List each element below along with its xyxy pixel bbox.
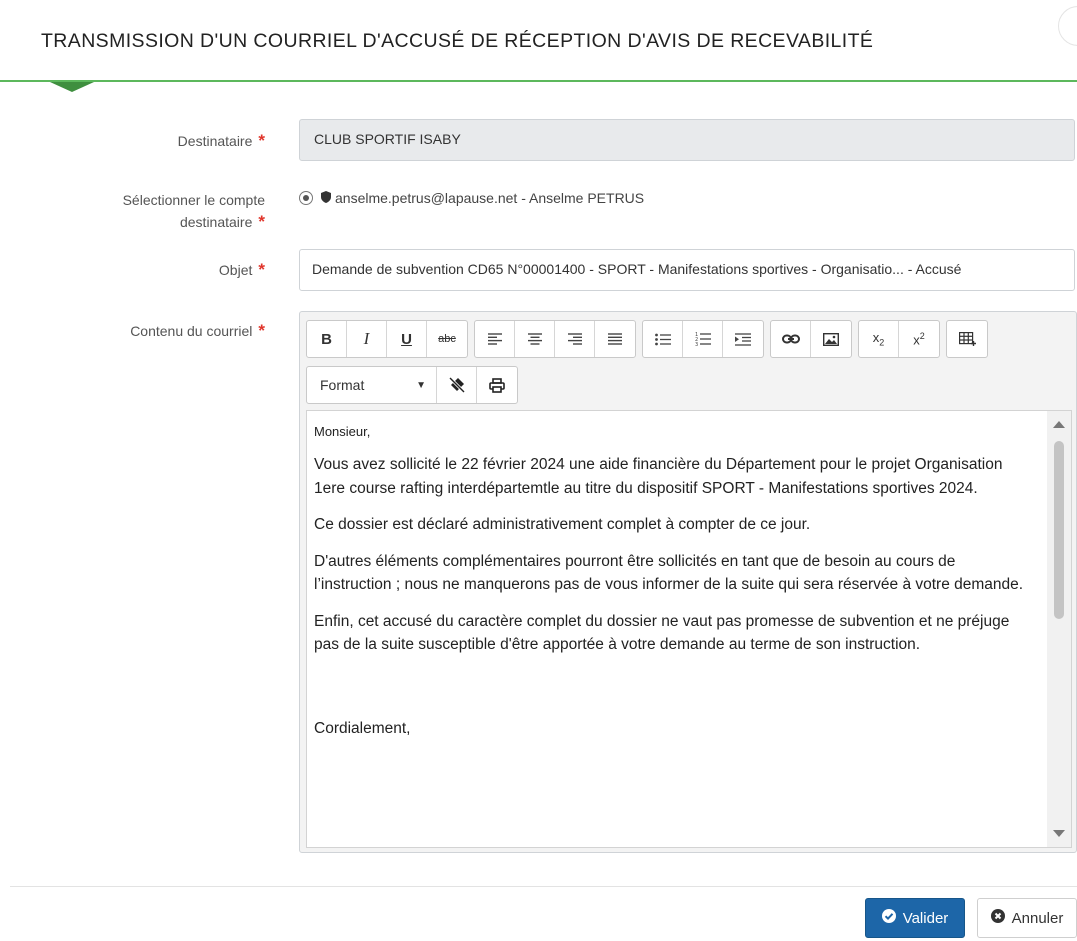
header-arrow-marker	[50, 82, 94, 92]
format-group: Format ▼	[306, 366, 518, 404]
script-group: x2 x2	[858, 320, 940, 358]
editor-scrollbar[interactable]	[1047, 411, 1071, 847]
strikethrough-button[interactable]: abc	[427, 321, 467, 357]
caret-down-icon: ▼	[416, 379, 426, 391]
required-mark: *	[258, 212, 265, 231]
alignment-group	[474, 320, 636, 358]
required-mark: *	[258, 321, 265, 340]
paragraph-2: Ce dossier est déclaré administrativemen…	[314, 516, 811, 533]
paragraph-4: Enfin, cet accusé du caractère complet d…	[314, 612, 1010, 654]
paragraph-3: D'autres éléments complémentaires pourro…	[314, 552, 1024, 594]
valider-button[interactable]: Valider	[865, 898, 965, 938]
footer-divider	[10, 886, 1077, 887]
subscript-icon[interactable]: x2	[859, 321, 899, 357]
image-icon[interactable]	[811, 321, 851, 357]
remove-format-icon[interactable]	[437, 367, 477, 403]
shield-icon	[321, 190, 331, 206]
greeting-text: Monsieur,	[314, 424, 371, 439]
insert-group	[770, 320, 852, 358]
superscript-icon[interactable]: x2	[899, 321, 939, 357]
indent-icon[interactable]	[723, 321, 763, 357]
destinataire-field: CLUB SPORTIF ISABY	[299, 119, 1075, 161]
numbered-list-icon[interactable]: 123	[683, 321, 723, 357]
align-justify-icon[interactable]	[595, 321, 635, 357]
table-group	[946, 320, 988, 358]
annuler-button[interactable]: Annuler	[977, 898, 1077, 938]
compte-radio-option[interactable]: anselme.petrus@lapause.net - Anselme PET…	[299, 190, 644, 206]
bulleted-list-icon[interactable]	[643, 321, 683, 357]
align-right-icon[interactable]	[555, 321, 595, 357]
scroll-up-arrow-icon[interactable]	[1053, 421, 1065, 428]
radio-button[interactable]	[299, 191, 313, 205]
format-select[interactable]: Format ▼	[307, 367, 437, 403]
table-icon[interactable]	[947, 321, 987, 357]
compte-option-label: anselme.petrus@lapause.net - Anselme PET…	[335, 190, 645, 206]
link-icon[interactable]	[771, 321, 811, 357]
italic-button[interactable]: I	[347, 321, 387, 357]
rich-text-editor: B I U abc 123 x2 x2 Format ▼ Monsieur, V…	[299, 311, 1077, 853]
paragraph-1: Vous avez sollicité le 22 février 2024 u…	[314, 456, 1003, 497]
modal-header: TRANSMISSION D'UN COURRIEL D'ACCUSÉ DE R…	[0, 0, 1077, 82]
text-style-group: B I U abc	[306, 320, 468, 358]
align-center-icon[interactable]	[515, 321, 555, 357]
bold-button[interactable]: B	[307, 321, 347, 357]
underline-button[interactable]: U	[387, 321, 427, 357]
print-icon[interactable]	[477, 367, 517, 403]
svg-text:3: 3	[695, 342, 698, 346]
scroll-down-arrow-icon[interactable]	[1053, 830, 1065, 837]
objet-label: Objet *	[218, 260, 265, 279]
contenu-label: Contenu du courriel *	[130, 321, 265, 340]
check-circle-icon	[881, 909, 896, 927]
modal-title: TRANSMISSION D'UN COURRIEL D'ACCUSÉ DE R…	[41, 30, 874, 52]
destinataire-label: Destinataire *	[177, 131, 265, 150]
editor-content-area[interactable]: Monsieur, Vous avez sollicité le 22 févr…	[306, 410, 1072, 848]
list-group: 123	[642, 320, 764, 358]
times-circle-icon	[990, 909, 1005, 927]
scrollbar-thumb[interactable]	[1054, 441, 1064, 619]
compte-label: Sélectionner le compte destinataire *	[122, 192, 265, 231]
required-mark: *	[258, 260, 265, 279]
align-left-icon[interactable]	[475, 321, 515, 357]
required-mark: *	[258, 131, 265, 150]
closing-text: Cordialement,	[314, 719, 411, 737]
editor-toolbar-row1: B I U abc 123 x2 x2	[306, 320, 994, 358]
editor-toolbar-row2: Format ▼	[306, 366, 524, 404]
objet-input[interactable]: Demande de subvention CD65 N°00001400 - …	[299, 249, 1075, 291]
